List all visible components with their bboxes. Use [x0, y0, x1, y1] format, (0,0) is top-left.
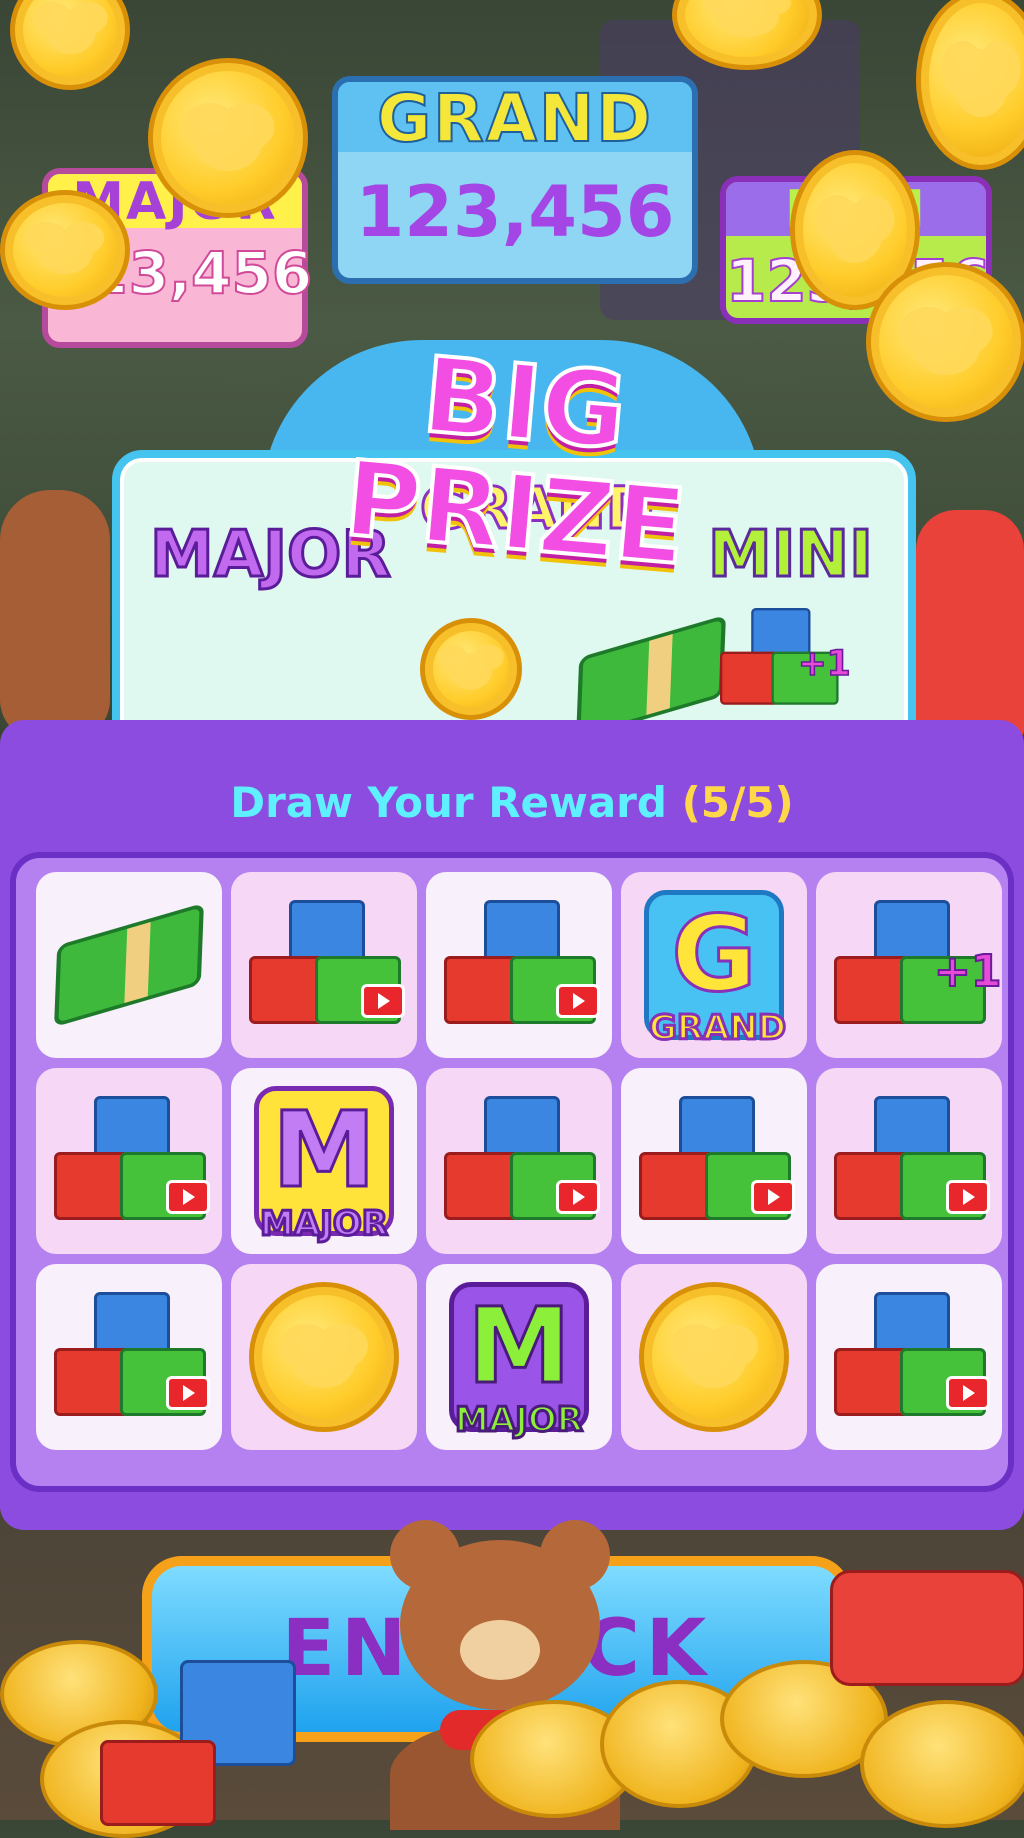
- video-play-icon: [361, 984, 405, 1018]
- draw-title-text: Draw Your Reward: [230, 778, 667, 827]
- prize-icons: +1: [310, 608, 851, 740]
- blocks-video-icon: [249, 900, 405, 1030]
- video-play-icon: [556, 984, 600, 1018]
- blocks-video-icon: [834, 1096, 990, 1226]
- video-play-icon: [946, 1180, 990, 1214]
- tile-letter: M: [466, 1285, 573, 1407]
- grand-letter-icon: G GRAND: [644, 890, 788, 1048]
- blocks-video-icon: [54, 1292, 210, 1422]
- video-play-icon: [556, 1180, 600, 1214]
- tile-label: MAJOR: [454, 1400, 585, 1440]
- falling-coin-icon: [0, 190, 130, 310]
- jackpot-grand-panel: GRAND 123,456: [332, 76, 698, 284]
- coin-icon: [639, 1282, 789, 1432]
- plus-one-label: +1: [797, 643, 851, 684]
- reward-tile[interactable]: M MAJOR: [231, 1068, 417, 1254]
- toy-train-icon: [830, 1570, 1024, 1686]
- reward-tile[interactable]: [426, 872, 612, 1058]
- reward-grid: G GRAND +1 M MAJOR M MAJOR: [36, 872, 1002, 1450]
- blocks-video-icon: [444, 1096, 600, 1226]
- blocks-video-icon: [834, 1292, 990, 1422]
- big-prize-title: BIG PRIZE: [338, 332, 693, 591]
- blocks-video-icon: [54, 1096, 210, 1226]
- falling-coin-icon: [866, 262, 1024, 422]
- draw-count: (5/5): [681, 778, 794, 827]
- video-play-icon: [166, 1180, 210, 1214]
- reward-tile[interactable]: [36, 1068, 222, 1254]
- plus-one-label: +1: [933, 945, 1002, 998]
- reward-tile[interactable]: [621, 1264, 807, 1450]
- reward-tile[interactable]: [231, 872, 417, 1058]
- jackpot-grand-value: 123,456: [355, 171, 675, 253]
- tile-label: GRAND: [648, 1008, 788, 1048]
- video-play-icon: [946, 1376, 990, 1410]
- falling-coin-icon: [148, 58, 308, 218]
- teddy-bear-decoration: [0, 490, 110, 740]
- tile-letter: M: [271, 1089, 378, 1211]
- cash-stack-icon: [54, 902, 204, 1028]
- reward-tile[interactable]: [816, 1068, 1002, 1254]
- reward-tile[interactable]: [231, 1264, 417, 1450]
- reward-tile[interactable]: [426, 1068, 612, 1254]
- blocks-plus-one-icon: +1: [834, 900, 1002, 1030]
- tile-letter: G: [670, 893, 758, 1015]
- reward-tile[interactable]: [36, 872, 222, 1058]
- major-letter-icon: M MAJOR: [449, 1282, 589, 1440]
- reward-tile[interactable]: [36, 1264, 222, 1450]
- major-letter-icon: M MAJOR: [254, 1086, 394, 1244]
- jack-in-the-box-decoration: [916, 510, 1024, 740]
- blocks-plus-one-icon: +1: [720, 608, 851, 709]
- reward-tile[interactable]: G GRAND: [621, 872, 807, 1058]
- tile-label: MAJOR: [259, 1204, 390, 1244]
- blocks-video-icon: [639, 1096, 795, 1226]
- reward-tile[interactable]: +1: [816, 872, 1002, 1058]
- video-play-icon: [751, 1180, 795, 1214]
- reward-tile[interactable]: [621, 1068, 807, 1254]
- reward-grid-frame: G GRAND +1 M MAJOR M MAJOR: [10, 852, 1014, 1492]
- coin-icon: [249, 1282, 399, 1432]
- jackpot-grand-label: GRAND: [338, 81, 692, 157]
- video-play-icon: [166, 1376, 210, 1410]
- toy-block-icon: [100, 1740, 216, 1826]
- coin-icon: [420, 618, 522, 720]
- coin-pile-icon: [860, 1700, 1024, 1828]
- draw-title: Draw Your Reward (5/5): [0, 778, 1024, 827]
- reward-tile[interactable]: [816, 1264, 1002, 1450]
- falling-coin-icon: [916, 0, 1024, 170]
- blocks-video-icon: [444, 900, 600, 1030]
- falling-coin-icon: [10, 0, 130, 90]
- reward-tile[interactable]: M MAJOR: [426, 1264, 612, 1450]
